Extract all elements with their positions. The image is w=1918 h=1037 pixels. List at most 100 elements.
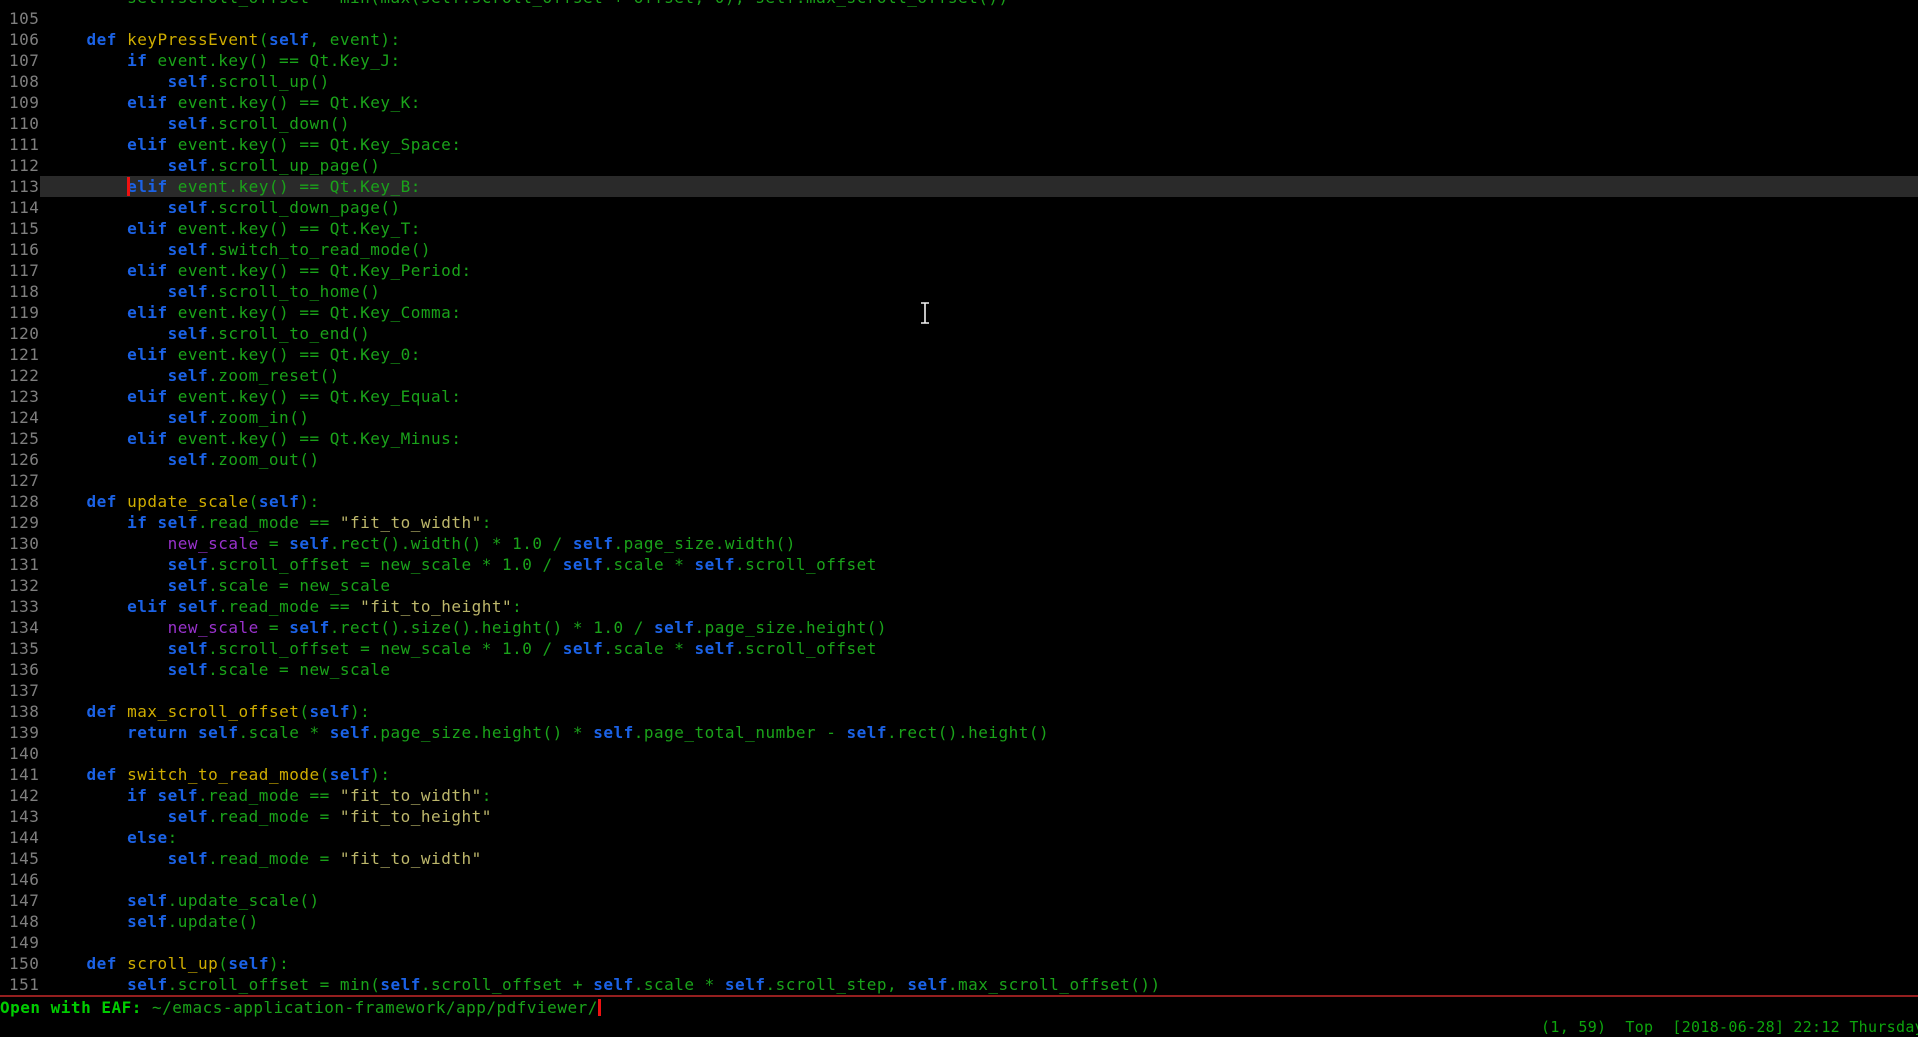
code-text[interactable] [40, 932, 1918, 953]
code-text[interactable]: elif event.key() == Qt.Key_Minus: [40, 428, 1918, 449]
code-text[interactable]: self.scroll_offset = new_scale * 1.0 / s… [40, 554, 1918, 575]
code-line-147[interactable]: 147 self.update_scale() [0, 890, 1918, 911]
code-line-112[interactable]: 112 self.scroll_up_page() [0, 155, 1918, 176]
code-text[interactable]: self.scale = new_scale [40, 659, 1918, 680]
code-line-114[interactable]: 114 self.scroll_down_page() [0, 197, 1918, 218]
line-number: 130 [0, 533, 40, 554]
code-line-150[interactable]: 150 def scroll_up(self): [0, 953, 1918, 974]
code-text[interactable]: self.zoom_out() [40, 449, 1918, 470]
code-line-117[interactable]: 117 elif event.key() == Qt.Key_Period: [0, 260, 1918, 281]
code-text[interactable]: def update_scale(self): [40, 491, 1918, 512]
code-line-105[interactable]: 105 [0, 8, 1918, 29]
code-text[interactable]: new_scale = self.rect().width() * 1.0 / … [40, 533, 1918, 554]
code-line-133[interactable]: 133 elif self.read_mode == "fit_to_heigh… [0, 596, 1918, 617]
code-text[interactable]: self.scroll_offset = new_scale * 1.0 / s… [40, 638, 1918, 659]
code-line-146[interactable]: 146 [0, 869, 1918, 890]
code-line-110[interactable]: 110 self.scroll_down() [0, 113, 1918, 134]
code-text[interactable]: self.switch_to_read_mode() [40, 239, 1918, 260]
code-line-149[interactable]: 149 [0, 932, 1918, 953]
code-text[interactable]: self.scroll_offset = min(max(self.scroll… [40, 0, 1918, 8]
code-text[interactable]: if self.read_mode == "fit_to_width": [40, 785, 1918, 806]
code-line-106[interactable]: 106 def keyPressEvent(self, event): [0, 29, 1918, 50]
code-text[interactable] [40, 680, 1918, 701]
code-line-141[interactable]: 141 def switch_to_read_mode(self): [0, 764, 1918, 785]
code-line-143[interactable]: 143 self.read_mode = "fit_to_height" [0, 806, 1918, 827]
code-line-109[interactable]: 109 elif event.key() == Qt.Key_K: [0, 92, 1918, 113]
code-line-135[interactable]: 135 self.scroll_offset = new_scale * 1.0… [0, 638, 1918, 659]
code-text[interactable]: elif event.key() == Qt.Key_B: [40, 176, 1918, 197]
minibuffer[interactable]: Open with EAF: ~/emacs-application-frame… [0, 997, 1918, 1018]
code-text[interactable]: self.scroll_to_end() [40, 323, 1918, 344]
code-text[interactable]: new_scale = self.rect().size().height() … [40, 617, 1918, 638]
code-line-138[interactable]: 138 def max_scroll_offset(self): [0, 701, 1918, 722]
code-text[interactable]: elif event.key() == Qt.Key_Equal: [40, 386, 1918, 407]
code-line-126[interactable]: 126 self.zoom_out() [0, 449, 1918, 470]
code-text[interactable]: self.update_scale() [40, 890, 1918, 911]
code-text[interactable]: elif event.key() == Qt.Key_K: [40, 92, 1918, 113]
code-line-144[interactable]: 144 else: [0, 827, 1918, 848]
code-line-148[interactable]: 148 self.update() [0, 911, 1918, 932]
code-text[interactable]: self.scroll_to_home() [40, 281, 1918, 302]
code-text[interactable]: return self.scale * self.page_size.heigh… [40, 722, 1918, 743]
code-line-142[interactable]: 142 if self.read_mode == "fit_to_width": [0, 785, 1918, 806]
code-line-clipped[interactable]: self.scroll_offset = min(max(self.scroll… [0, 0, 1918, 8]
code-line-129[interactable]: 129 if self.read_mode == "fit_to_width": [0, 512, 1918, 533]
code-text[interactable] [40, 470, 1918, 491]
code-line-115[interactable]: 115 elif event.key() == Qt.Key_T: [0, 218, 1918, 239]
code-line-122[interactable]: 122 self.zoom_reset() [0, 365, 1918, 386]
code-line-108[interactable]: 108 self.scroll_up() [0, 71, 1918, 92]
code-line-137[interactable]: 137 [0, 680, 1918, 701]
code-line-121[interactable]: 121 elif event.key() == Qt.Key_0: [0, 344, 1918, 365]
code-line-125[interactable]: 125 elif event.key() == Qt.Key_Minus: [0, 428, 1918, 449]
code-text[interactable]: self.scroll_up_page() [40, 155, 1918, 176]
code-line-107[interactable]: 107 if event.key() == Qt.Key_J: [0, 50, 1918, 71]
code-line-145[interactable]: 145 self.read_mode = "fit_to_width" [0, 848, 1918, 869]
code-text[interactable]: elif self.read_mode == "fit_to_height": [40, 596, 1918, 617]
code-text[interactable]: elif event.key() == Qt.Key_Space: [40, 134, 1918, 155]
code-text[interactable]: elif event.key() == Qt.Key_Comma: [40, 302, 1918, 323]
code-line-131[interactable]: 131 self.scroll_offset = new_scale * 1.0… [0, 554, 1918, 575]
code-text[interactable]: self.scroll_down() [40, 113, 1918, 134]
code-line-119[interactable]: 119 elif event.key() == Qt.Key_Comma: [0, 302, 1918, 323]
code-text[interactable]: self.scroll_down_page() [40, 197, 1918, 218]
code-line-118[interactable]: 118 self.scroll_to_home() [0, 281, 1918, 302]
minibuffer-input[interactable]: ~/emacs-application-framework/app/pdfvie… [152, 998, 598, 1017]
code-line-116[interactable]: 116 self.switch_to_read_mode() [0, 239, 1918, 260]
code-line-139[interactable]: 139 return self.scale * self.page_size.h… [0, 722, 1918, 743]
code-text[interactable]: elif event.key() == Qt.Key_Period: [40, 260, 1918, 281]
code-text[interactable]: self.read_mode = "fit_to_width" [40, 848, 1918, 869]
code-text[interactable]: self.update() [40, 911, 1918, 932]
code-text[interactable]: def keyPressEvent(self, event): [40, 29, 1918, 50]
code-line-123[interactable]: 123 elif event.key() == Qt.Key_Equal: [0, 386, 1918, 407]
code-text[interactable]: elif event.key() == Qt.Key_T: [40, 218, 1918, 239]
code-text[interactable]: elif event.key() == Qt.Key_0: [40, 344, 1918, 365]
code-text[interactable]: if event.key() == Qt.Key_J: [40, 50, 1918, 71]
code-text[interactable]: self.zoom_reset() [40, 365, 1918, 386]
code-line-132[interactable]: 132 self.scale = new_scale [0, 575, 1918, 596]
code-text[interactable] [40, 8, 1918, 29]
code-line-113[interactable]: 113 elif event.key() == Qt.Key_B: [0, 176, 1918, 197]
code-text[interactable]: self.scroll_offset = min(self.scroll_off… [40, 974, 1918, 995]
code-text[interactable]: def max_scroll_offset(self): [40, 701, 1918, 722]
code-text[interactable]: if self.read_mode == "fit_to_width": [40, 512, 1918, 533]
code-line-130[interactable]: 130 new_scale = self.rect().width() * 1.… [0, 533, 1918, 554]
code-line-136[interactable]: 136 self.scale = new_scale [0, 659, 1918, 680]
code-line-127[interactable]: 127 [0, 470, 1918, 491]
code-line-120[interactable]: 120 self.scroll_to_end() [0, 323, 1918, 344]
code-text[interactable]: self.read_mode = "fit_to_height" [40, 806, 1918, 827]
code-line-151[interactable]: 151 self.scroll_offset = min(self.scroll… [0, 974, 1918, 995]
code-line-134[interactable]: 134 new_scale = self.rect().size().heigh… [0, 617, 1918, 638]
code-text[interactable] [40, 869, 1918, 890]
code-text[interactable]: self.scroll_up() [40, 71, 1918, 92]
code-line-111[interactable]: 111 elif event.key() == Qt.Key_Space: [0, 134, 1918, 155]
code-text[interactable] [40, 743, 1918, 764]
code-line-140[interactable]: 140 [0, 743, 1918, 764]
code-text[interactable]: else: [40, 827, 1918, 848]
code-line-124[interactable]: 124 self.zoom_in() [0, 407, 1918, 428]
code-text[interactable]: self.scale = new_scale [40, 575, 1918, 596]
code-text[interactable]: def scroll_up(self): [40, 953, 1918, 974]
code-line-128[interactable]: 128 def update_scale(self): [0, 491, 1918, 512]
code-text[interactable]: def switch_to_read_mode(self): [40, 764, 1918, 785]
code-buffer[interactable]: self.scroll_offset = min(max(self.scroll… [0, 0, 1918, 995]
code-text[interactable]: self.zoom_in() [40, 407, 1918, 428]
